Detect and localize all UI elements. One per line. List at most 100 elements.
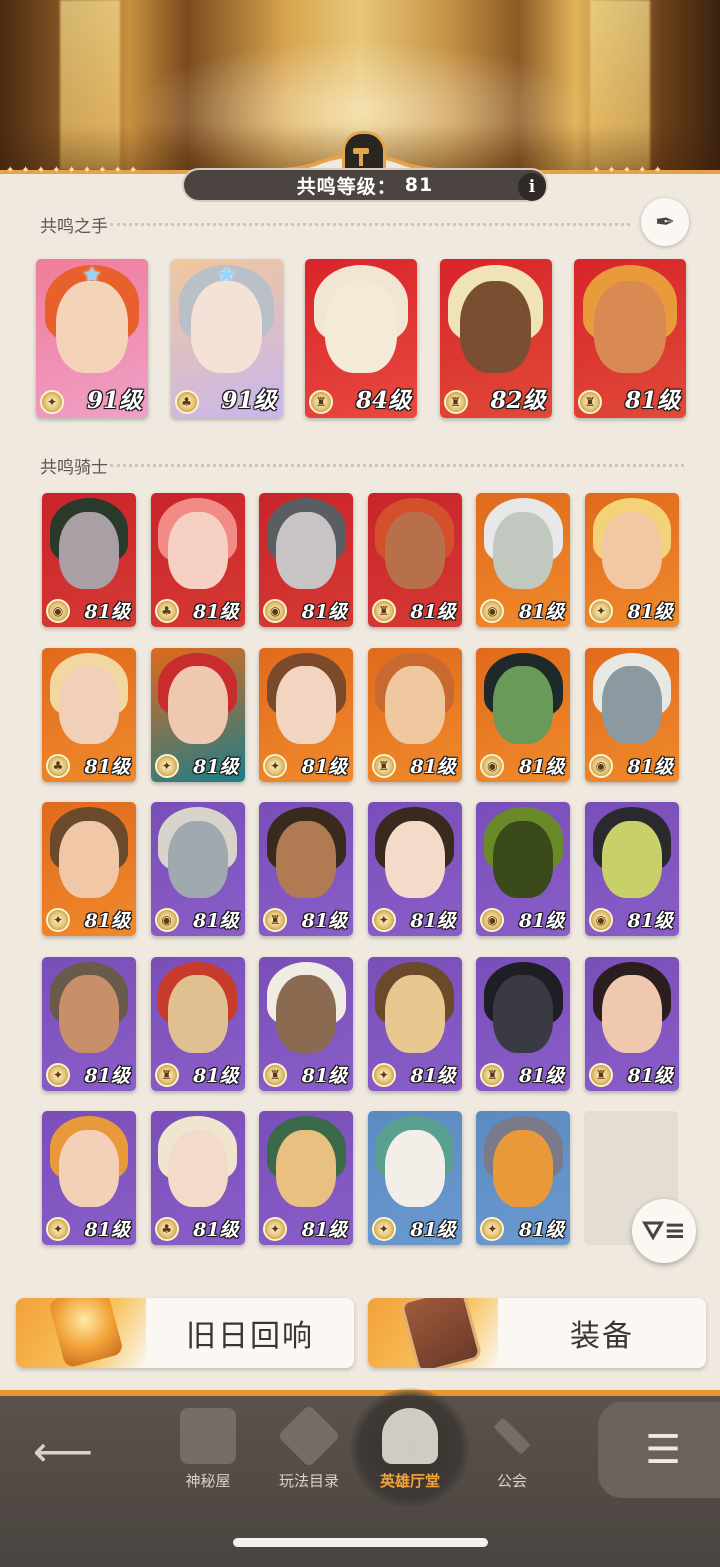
faction-lightbearer-icon: ✦: [371, 1217, 396, 1241]
old-echoes-label: 旧日回响: [186, 1319, 314, 1354]
hero-level: 81级: [84, 1064, 130, 1087]
hero-level: 81级: [410, 1219, 456, 1241]
hero-card[interactable]: ◉ 81级: [476, 802, 571, 936]
hero-card[interactable]: ✦ 81级: [150, 647, 245, 782]
hero-level: 81级: [410, 755, 456, 778]
hero-card[interactable]: ★ ✦ 91级: [36, 259, 148, 418]
filter-icon[interactable]: ⛛≡: [632, 1199, 696, 1263]
faction-mauler-icon: ◉: [480, 753, 505, 778]
star-icon: ★: [216, 263, 237, 288]
hero-card[interactable]: ✦ 81级: [259, 1111, 354, 1245]
hero-card[interactable]: ✦ 81级: [42, 1111, 136, 1245]
hero-portrait-face: [276, 1129, 337, 1208]
hero-level: 81级: [518, 755, 565, 778]
faction-wilder-icon: ♣: [174, 390, 199, 414]
hero-portrait-face: [276, 666, 337, 744]
hero-level: 81级: [627, 910, 673, 932]
hero-portrait-face: [493, 975, 554, 1053]
hero-card[interactable]: ◉ 81级: [585, 802, 679, 936]
crossed-swords-icon: [493, 1417, 531, 1455]
hero-card[interactable]: ✦ 81级: [585, 493, 679, 627]
hero-portrait-face: [167, 975, 228, 1053]
equipment-button[interactable]: 装备: [368, 1298, 706, 1368]
knights-divider: [110, 464, 684, 467]
hero-card[interactable]: ◉ 81级: [42, 493, 136, 627]
hero-portrait-face: [493, 820, 554, 899]
faction-lightbearer-icon: ✦: [371, 1062, 396, 1087]
tower-icon: [180, 1408, 236, 1464]
faction-graveborn-gold-icon: ♜: [263, 908, 288, 932]
back-arrow-icon[interactable]: ⟵: [28, 1426, 98, 1476]
hero-level: 81级: [410, 601, 456, 623]
hero-card[interactable]: ♜ 82级: [439, 259, 552, 418]
hero-portrait-face: [190, 281, 263, 374]
hero-portrait-face: [384, 975, 445, 1053]
nav-item-hero-hall[interactable]: 英雄厅堂: [365, 1408, 455, 1498]
hero-level: 81级: [518, 1219, 565, 1241]
hero-card[interactable]: ♜ 84级: [305, 259, 417, 418]
faction-graveborn-gold-icon: ♜: [263, 1062, 288, 1087]
old-echoes-button[interactable]: 旧日回响: [16, 1298, 354, 1368]
hero-card[interactable]: ♜ 81级: [476, 956, 571, 1091]
hero-card[interactable]: ✦ 81级: [476, 1111, 571, 1245]
hero-card[interactable]: ♣ 81级: [42, 647, 136, 782]
nav-label: 玩法目录: [278, 1472, 339, 1490]
hero-level: 81级: [301, 755, 348, 778]
hero-card[interactable]: ✦ 81级: [42, 956, 136, 1091]
hero-card[interactable]: ♣ 81级: [150, 493, 245, 627]
faction-graveborn-gold-icon: ♜: [371, 599, 396, 623]
hero-portrait-face: [167, 820, 228, 899]
hero-card[interactable]: ◉ 81级: [259, 493, 354, 627]
hero-portrait-face: [167, 1129, 228, 1208]
hero-card[interactable]: ◉ 81级: [476, 493, 571, 627]
hero-portrait-face: [384, 511, 445, 590]
nav-item-guild[interactable]: 公会: [467, 1408, 557, 1498]
hero-portrait-face: [58, 975, 120, 1053]
hero-card[interactable]: ✦ 81级: [259, 647, 354, 782]
sparkle-decoration-left: ✦✦✦✦✦✦✦✦✦: [6, 165, 145, 176]
faction-lightbearer-icon: ✦: [154, 753, 179, 778]
hero-card[interactable]: ◉ 81级: [585, 647, 679, 782]
hero-level: 81级: [84, 755, 130, 778]
hero-card[interactable]: ♜ 81级: [259, 956, 354, 1091]
hero-level: 81级: [518, 601, 565, 623]
hero-portrait-face: [276, 511, 337, 590]
faction-graveborn-gold-icon: ♜: [480, 1062, 505, 1087]
info-icon[interactable]: i: [518, 173, 546, 201]
faction-lightbearer-icon: ✦: [589, 599, 613, 623]
hero-card[interactable]: ★ ♣ 91级: [170, 259, 283, 418]
hero-card[interactable]: ✦ 81级: [367, 956, 462, 1091]
hero-portrait-face: [493, 666, 554, 744]
hero-card[interactable]: ✦ 81级: [367, 802, 462, 936]
hero-card[interactable]: ✦ 81级: [42, 802, 136, 936]
menu-list-icon[interactable]: ☰: [598, 1402, 720, 1498]
banner-window-left: [60, 0, 120, 170]
nav-item-gameplay-catalog[interactable]: 玩法目录: [264, 1404, 354, 1498]
faction-lightbearer-icon: ✦: [371, 908, 396, 932]
hero-card[interactable]: ♜ 81级: [367, 493, 462, 627]
hero-level: 81级: [518, 910, 565, 932]
hero-card[interactable]: ♜ 81级: [259, 802, 354, 936]
hero-card[interactable]: ♜ 81级: [150, 956, 245, 1091]
home-indicator[interactable]: [233, 1538, 488, 1547]
resonance-level-bar: 共鸣等级： 81: [182, 168, 548, 202]
hero-level: 81级: [193, 601, 239, 623]
hero-card[interactable]: ◉ 81级: [476, 647, 571, 782]
nav-label: 神秘屋: [185, 1472, 231, 1490]
hero-level: 81级: [193, 755, 239, 778]
hero-card[interactable]: ♜ 81级: [574, 259, 686, 418]
hero-portrait-face: [493, 1129, 554, 1208]
quill-icon[interactable]: ✒: [641, 198, 689, 246]
faction-wilder-icon: ♣: [46, 753, 70, 778]
hero-card[interactable]: ♜ 81级: [367, 647, 462, 782]
faction-lightbearer-icon: ✦: [46, 1062, 70, 1087]
hero-card[interactable]: ♜ 81级: [585, 956, 679, 1091]
hero-level: 81级: [624, 387, 680, 414]
hero-level: 81级: [301, 601, 348, 623]
hero-card[interactable]: ✦ 81级: [367, 1111, 462, 1245]
hero-card[interactable]: ◉ 81级: [150, 802, 245, 936]
hero-card[interactable]: ♣ 81级: [150, 1111, 245, 1245]
nav-item-mystery-house[interactable]: 神秘屋: [163, 1408, 253, 1498]
faction-graveborn-gold-icon: ♜: [589, 1062, 613, 1087]
faction-graveborn-gold-icon: ♜: [371, 753, 396, 778]
